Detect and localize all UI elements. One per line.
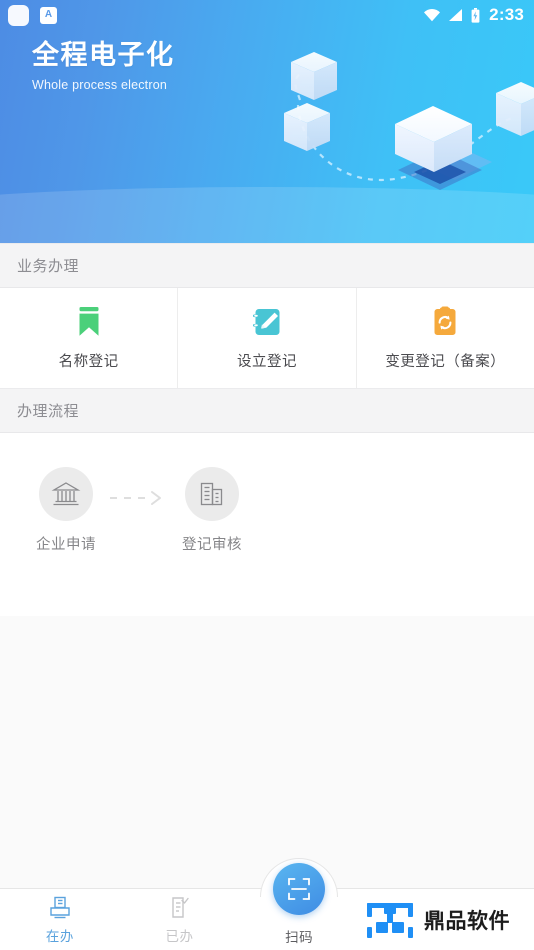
nav-tab-label: 在办 <box>45 929 74 944</box>
status-bar: A 2:33 <box>0 0 534 30</box>
bank-building-icon <box>51 482 81 506</box>
service-item-change-registration[interactable]: 变更登记（备案） <box>357 288 534 388</box>
service-item-name-registration[interactable]: 名称登记 <box>0 288 179 388</box>
service-label: 变更登记（备案） <box>385 354 506 370</box>
nav-tab-completed[interactable]: 已办 <box>120 889 240 950</box>
page-subtitle: Whole process electron <box>32 78 168 93</box>
notebook-pencil-icon <box>252 309 280 335</box>
dashed-arrow-right-icon <box>110 490 161 505</box>
flow-step-circle <box>39 467 93 521</box>
doc-check-icon <box>171 897 189 918</box>
flow-arrow <box>104 490 174 506</box>
wifi-icon <box>424 8 441 22</box>
brand-watermark: 鼎品软件 <box>359 889 534 950</box>
battery-charging-icon <box>471 7 480 23</box>
flow-step-label: 企业申请 <box>36 537 96 553</box>
page-title: 全程电子化 <box>32 40 175 70</box>
service-grid: 名称登记 设立登记 变更登记（备案） <box>0 288 534 388</box>
bottom-navigation: 在办 已办 扫码 鼎品软件 <box>0 858 534 950</box>
clipboard-refresh-icon <box>434 306 456 335</box>
flow-step-enterprise-application[interactable]: 企业申请 <box>28 467 104 554</box>
section-header-flow: 办理流程 <box>0 388 534 433</box>
nav-tab-scan[interactable]: 扫码 <box>239 858 359 950</box>
hero-banner: 全程电子化 Whole process electron <box>0 0 534 243</box>
flow-step-circle <box>185 467 239 521</box>
flow-steps: 企业申请 登记审核 <box>0 433 534 588</box>
office-building-icon <box>200 482 223 506</box>
nav-tab-label: 已办 <box>165 929 194 944</box>
cellular-signal-icon <box>449 9 463 21</box>
scan-frame-icon <box>288 878 311 900</box>
banner-text-block: 全程电子化 Whole process electron <box>32 40 175 92</box>
printer-doc-icon <box>50 896 70 919</box>
scan-fab-button[interactable] <box>273 863 326 915</box>
app-square-icon <box>8 4 29 26</box>
flow-step-label: 登记审核 <box>182 537 242 553</box>
service-item-establishment-registration[interactable]: 设立登记 <box>178 288 357 388</box>
nav-tab-in-progress[interactable]: 在办 <box>0 889 120 950</box>
status-bar-clock: 2:33 <box>489 5 524 24</box>
bookmark-icon <box>79 307 99 336</box>
section-header-services: 业务办理 <box>0 243 534 288</box>
status-bar-left: A <box>8 4 57 26</box>
a-badge-icon: A <box>40 6 57 24</box>
content-empty-area <box>0 588 534 616</box>
dingpin-logo-icon <box>367 903 414 938</box>
flow-step-registration-review[interactable]: 登记审核 <box>174 467 250 554</box>
scan-label: 扫码 <box>285 930 314 945</box>
status-bar-right: 2:33 <box>423 5 524 25</box>
banner-hill-shape <box>0 187 534 243</box>
service-label: 名称登记 <box>58 354 119 370</box>
service-label: 设立登记 <box>236 354 297 370</box>
app-root: 全程电子化 Whole process electron A 2:33 业务办理… <box>0 0 534 950</box>
brand-text: 鼎品软件 <box>424 910 511 933</box>
